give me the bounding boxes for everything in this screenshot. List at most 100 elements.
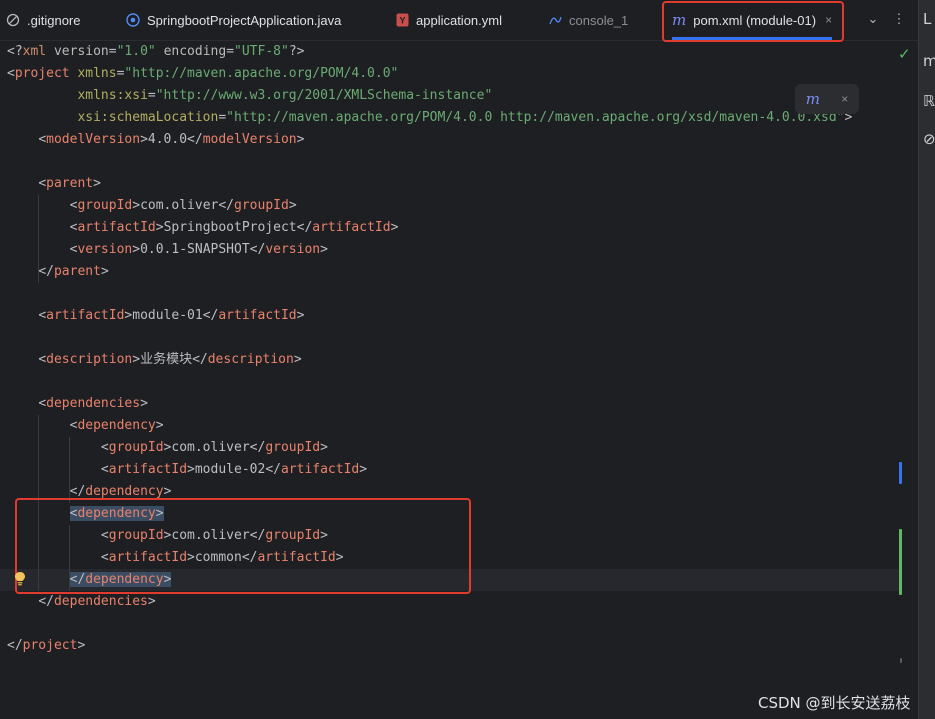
code-token: >	[359, 462, 368, 477]
code-line[interactable]: <parent>	[7, 173, 101, 195]
changed-line-marker	[899, 462, 902, 484]
code-line[interactable]: xmlns:xsi="http://www.w3.org/2001/XMLSch…	[7, 85, 492, 107]
code-line[interactable]: <artifactId>module-01</artifactId>	[7, 305, 304, 327]
yaml-file-icon: Y	[396, 13, 409, 27]
code-token: xml	[22, 44, 54, 59]
code-token: description	[46, 352, 133, 367]
code-token: >	[77, 638, 86, 653]
annotation-box-tab	[662, 1, 844, 42]
code-token: </	[202, 308, 219, 323]
code-token: >	[155, 418, 164, 433]
code-editor[interactable]: <?xml version="1.0" encoding="UTF-8"?> <p…	[0, 41, 918, 719]
code-line[interactable]: <groupId>com.oliver</groupId>	[7, 437, 328, 459]
database-console-icon	[548, 13, 562, 27]
code-line[interactable]: <?xml version="1.0" encoding="UTF-8"?>	[7, 41, 304, 63]
code-token: artifactId	[312, 220, 391, 235]
tab-console[interactable]: console_1	[548, 0, 628, 40]
code-token: <	[7, 66, 15, 81]
no-problems-check-icon[interactable]: ✓	[898, 45, 911, 63]
code-line[interactable]: <modelVersion>4.0.0</modelVersion>	[7, 129, 304, 151]
code-token: >	[390, 220, 399, 235]
scroll-marker	[900, 658, 902, 663]
code-token: parent	[46, 176, 94, 191]
code-token: >	[93, 176, 101, 191]
code-token: </	[38, 594, 54, 609]
code-token: groupId	[77, 198, 133, 213]
code-token: "http://www.w3.org/2001/XMLSchema-instan…	[155, 88, 493, 103]
code-token: =	[147, 88, 156, 103]
code-token: </	[69, 484, 86, 499]
code-token: >	[296, 132, 305, 147]
maven-reload-icon[interactable]: m	[806, 90, 820, 108]
code-token: module-02	[194, 462, 266, 477]
right-tool-strip: L m ℝ ⊘	[918, 0, 935, 719]
code-token: module-01	[132, 308, 203, 323]
tab-application-yml[interactable]: Y application.yml	[396, 0, 502, 40]
tool-window-icon[interactable]: ⊘	[923, 130, 935, 148]
chevron-down-icon[interactable]: ⌄	[864, 11, 882, 27]
code-token: xmlns:xsi	[77, 88, 148, 103]
code-token: >	[155, 220, 164, 235]
code-line[interactable]: <dependency>	[7, 415, 164, 437]
code-token: <	[100, 440, 109, 455]
code-token: project	[14, 66, 78, 81]
code-line[interactable]: <artifactId>module-02</artifactId>	[7, 459, 367, 481]
tab-label: SpringbootProjectApplication.java	[147, 12, 342, 28]
code-line[interactable]: <groupId>com.oliver</groupId>	[7, 195, 297, 217]
code-line[interactable]: </dependencies>	[7, 591, 156, 613]
code-token: >	[320, 242, 328, 257]
code-line[interactable]: xsi:schemaLocation="http://maven.apache.…	[7, 107, 852, 129]
code-token: project	[22, 638, 78, 653]
code-line[interactable]: <dependencies>	[7, 393, 148, 415]
code-line[interactable]: <project xmlns="http://maven.apache.org/…	[7, 63, 398, 85]
lightbulb-icon[interactable]	[14, 571, 26, 587]
code-token: "http://maven.apache.org/POM/4.0.0"	[124, 66, 399, 81]
code-token: </	[265, 462, 281, 477]
ban-icon	[6, 13, 20, 27]
code-token: 0.0.1-SNAPSHOT	[140, 242, 250, 257]
tab-gitignore[interactable]: .gitignore	[6, 0, 80, 40]
code-line[interactable]: </project>	[7, 635, 85, 657]
code-token: modelVersion	[202, 132, 297, 147]
code-token: >	[187, 462, 195, 477]
code-token: </	[249, 242, 266, 257]
code-token: "http://maven.apache.org/POM/4.0.0 http:…	[226, 110, 845, 125]
code-token: "UTF-8"	[234, 44, 289, 59]
code-line[interactable]: <artifactId>SpringbootProject</artifactI…	[7, 217, 399, 239]
code-token: >	[320, 440, 328, 455]
code-token: dependency	[77, 418, 156, 433]
tool-window-icon[interactable]: m	[923, 52, 935, 70]
code-token: parent	[53, 264, 101, 279]
editor-tab-bar: .gitignore SpringbootProjectApplication.…	[0, 0, 918, 42]
code-token: >	[132, 198, 141, 213]
tab-springboot-application[interactable]: SpringbootProjectApplication.java	[126, 0, 341, 40]
code-line[interactable]: <description>业务模块</description>	[7, 349, 301, 371]
code-line[interactable]: </parent>	[7, 261, 108, 283]
tab-label: .gitignore	[27, 12, 81, 28]
code-token: <?	[7, 44, 23, 59]
code-token: com.oliver	[171, 440, 250, 455]
code-token: com.oliver	[140, 198, 219, 213]
code-token: =	[226, 44, 235, 59]
code-token: groupId	[234, 198, 289, 213]
code-line[interactable]: <version>0.0.1-SNAPSHOT</version>	[7, 239, 328, 261]
tool-window-icon[interactable]: ℝ	[923, 92, 935, 110]
tool-window-icon[interactable]: L	[923, 10, 931, 28]
code-token: </	[7, 638, 23, 653]
code-token: >	[147, 594, 156, 609]
code-token: </	[296, 220, 313, 235]
more-menu-icon[interactable]: ⋮	[890, 11, 908, 27]
close-popup-icon[interactable]: ×	[841, 92, 848, 106]
